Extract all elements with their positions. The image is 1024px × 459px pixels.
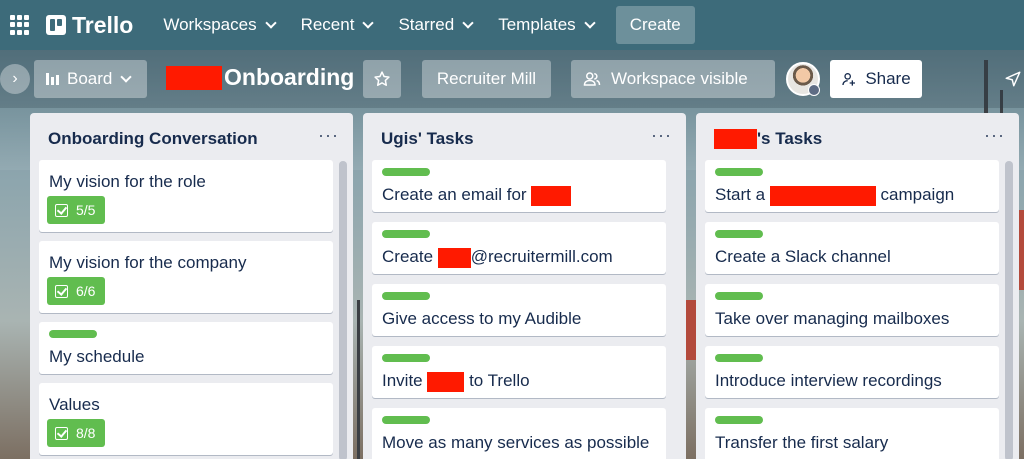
redacted-block — [437, 247, 471, 268]
workspace-button[interactable]: Recruiter Mill — [422, 60, 551, 98]
list-title[interactable]: Onboarding Conversation — [48, 129, 258, 149]
board-view-switcher[interactable]: Board — [34, 60, 147, 98]
board-header: › Board Onboarding Recruiter Mill Worksp… — [0, 50, 1024, 108]
member-avatar[interactable] — [786, 62, 820, 96]
visibility-button[interactable]: Workspace visible — [571, 60, 775, 98]
card[interactable]: Transfer the first salary — [705, 408, 999, 459]
logo-text: Trello — [72, 11, 134, 38]
redacted-block — [427, 371, 465, 392]
checklist-badge: 6/6 — [47, 277, 105, 305]
checkbox-icon — [55, 203, 68, 217]
list-onboarding-conversation: Onboarding Conversation ··· My vision fo… — [30, 113, 353, 459]
star-board-button[interactable] — [363, 60, 401, 98]
list-member-tasks: 's Tasks ··· Start a campaign Create a S… — [696, 113, 1019, 459]
checkbox-icon — [55, 284, 68, 298]
board-title[interactable]: Onboarding — [166, 64, 354, 91]
top-navigation: Trello Workspaces Recent Starred Templat… — [0, 0, 1024, 50]
add-member-icon — [842, 73, 856, 86]
share-button[interactable]: Share — [830, 60, 922, 98]
card[interactable]: Start a campaign — [705, 160, 999, 212]
card[interactable]: My vision for the role 5/5 — [39, 160, 333, 232]
nav-recent[interactable]: Recent — [289, 7, 385, 43]
list-menu-icon[interactable]: ··· — [651, 125, 672, 146]
green-label — [382, 416, 430, 424]
green-label — [715, 354, 763, 362]
app-switcher-icon[interactable] — [10, 15, 30, 35]
list-ugis-tasks: Ugis' Tasks ··· Create an email for Crea… — [363, 113, 686, 459]
nav-starred[interactable]: Starred — [386, 7, 484, 43]
redacted-block — [166, 65, 222, 90]
green-label — [715, 416, 763, 424]
green-label — [382, 230, 430, 238]
green-label — [49, 330, 97, 338]
green-label — [382, 168, 430, 176]
chevron-down-icon — [584, 16, 596, 29]
list-menu-icon[interactable]: ··· — [318, 125, 339, 146]
nav-workspaces[interactable]: Workspaces — [151, 7, 286, 43]
card[interactable]: My vision for the company 6/6 — [39, 241, 333, 313]
board-view-icon — [46, 73, 59, 85]
star-icon — [374, 71, 390, 86]
list-title[interactable]: 's Tasks — [714, 129, 822, 149]
send-icon[interactable] — [1004, 70, 1022, 88]
people-icon — [583, 72, 601, 86]
card[interactable]: Give access to my Audible — [372, 284, 666, 336]
card[interactable]: My schedule — [39, 322, 333, 374]
checklist-badge: 5/5 — [47, 196, 105, 224]
green-label — [382, 354, 430, 362]
checkbox-icon — [55, 426, 68, 440]
nav-templates[interactable]: Templates — [486, 7, 605, 43]
card[interactable]: Invite to Trello — [372, 346, 666, 398]
create-button[interactable]: Create — [615, 6, 695, 44]
card[interactable]: Create @recruitermill.com — [372, 222, 666, 274]
chevron-down-icon — [362, 16, 375, 29]
redacted-block — [769, 185, 876, 206]
trello-logo[interactable]: Trello — [46, 12, 133, 39]
card[interactable]: Take over managing mailboxes — [705, 284, 999, 336]
list-title[interactable]: Ugis' Tasks — [381, 129, 474, 149]
card[interactable]: Create a Slack channel — [705, 222, 999, 274]
card[interactable]: Create an email for — [372, 160, 666, 212]
list-menu-icon[interactable]: ··· — [984, 125, 1005, 146]
redacted-block — [714, 129, 757, 149]
green-label — [382, 292, 430, 300]
redacted-block — [531, 185, 572, 206]
trello-logo-icon — [46, 15, 66, 35]
chevron-right-icon[interactable]: › — [0, 64, 30, 94]
list-scrollbar[interactable] — [339, 161, 347, 459]
card[interactable]: Move as many services as possible — [372, 408, 666, 459]
chevron-down-icon — [120, 70, 133, 83]
checklist-badge: 8/8 — [47, 419, 105, 447]
green-label — [715, 230, 763, 238]
admin-badge-icon — [808, 84, 820, 96]
card[interactable]: Values 8/8 — [39, 383, 333, 455]
green-label — [715, 292, 763, 300]
chevron-down-icon — [462, 16, 474, 29]
card[interactable]: Introduce interview recordings — [705, 346, 999, 398]
list-scrollbar[interactable] — [1005, 161, 1013, 459]
green-label — [715, 168, 763, 176]
chevron-down-icon — [264, 16, 277, 29]
